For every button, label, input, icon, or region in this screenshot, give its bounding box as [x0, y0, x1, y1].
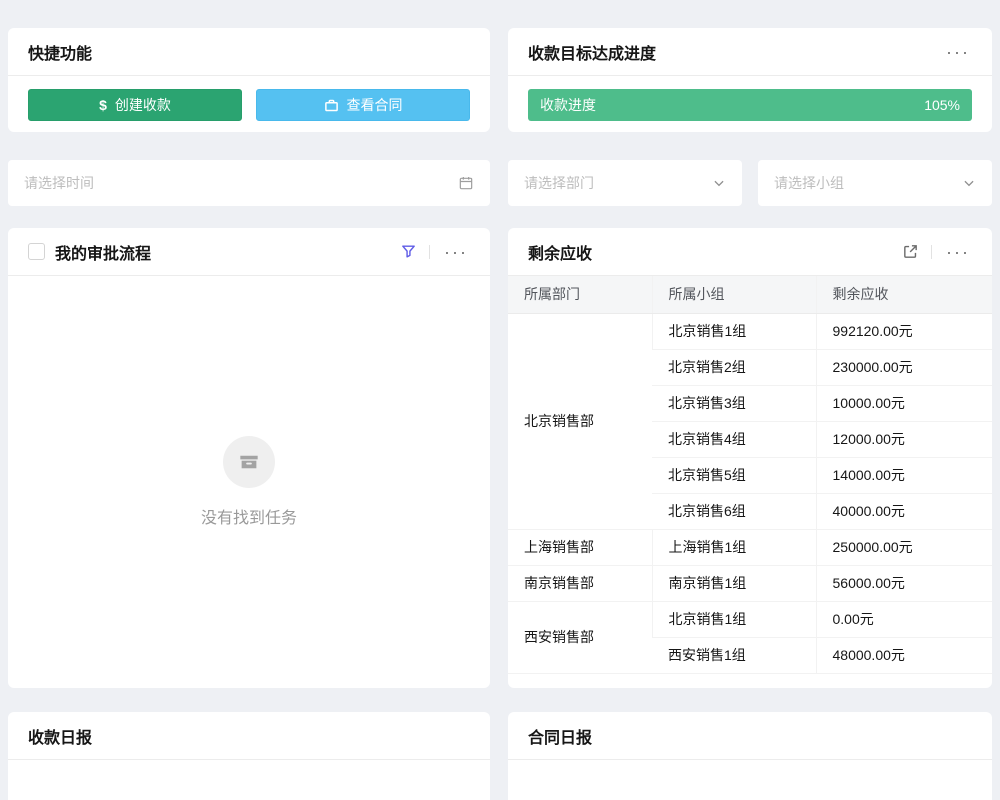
amount-cell: 10000.00元	[816, 385, 992, 421]
more-dots-icon[interactable]: ···	[442, 241, 470, 263]
quick-actions-body: $ 创建收款 查看合同	[8, 76, 490, 134]
amount-cell: 0.00元	[816, 601, 992, 637]
receipt-daily-header: 收款日报	[8, 712, 490, 760]
progress-body: 收款进度 105%	[508, 76, 992, 134]
amount-cell: 230000.00元	[816, 349, 992, 385]
group-cell: 北京销售6组	[652, 493, 816, 529]
receipt-daily-card: 收款日报	[8, 712, 490, 800]
contract-daily-card: 合同日报	[508, 712, 992, 800]
receipt-daily-title: 收款日报	[28, 724, 92, 748]
approval-title: 我的审批流程	[55, 240, 151, 264]
table-row: 南京销售部 南京销售1组 56000.00元	[508, 565, 992, 601]
quick-actions-card: 快捷功能 $ 创建收款 查看合同	[8, 28, 490, 132]
quick-actions-title: 快捷功能	[28, 40, 92, 64]
header-divider	[931, 245, 932, 259]
table-row: 上海销售部 上海销售1组 250000.00元	[508, 529, 992, 565]
group-select-placeholder: 请选择小组	[774, 173, 844, 193]
receivables-title: 剩余应收	[528, 240, 592, 264]
group-cell: 北京销售2组	[652, 349, 816, 385]
select-all-checkbox[interactable]	[28, 243, 45, 260]
group-cell: 上海销售1组	[652, 529, 816, 565]
receivables-header: 剩余应收 ···	[508, 228, 992, 276]
amount-cell: 14000.00元	[816, 457, 992, 493]
col-group: 所属小组	[652, 276, 816, 313]
empty-state-text: 没有找到任务	[201, 504, 297, 528]
amount-cell: 12000.00元	[816, 421, 992, 457]
progress-card: 收款目标达成进度 ··· 收款进度 105%	[508, 28, 992, 132]
table-row: 北京销售部 北京销售1组 992120.00元	[508, 313, 992, 349]
col-amount: 剩余应收	[816, 276, 992, 313]
briefcase-icon	[324, 98, 339, 113]
dept-cell: 北京销售部	[508, 313, 652, 529]
col-dept: 所属部门	[508, 276, 652, 313]
external-link-icon[interactable]	[902, 243, 919, 260]
amount-cell: 250000.00元	[816, 529, 992, 565]
calendar-icon	[458, 175, 474, 191]
amount-cell: 992120.00元	[816, 313, 992, 349]
view-contract-label: 查看合同	[347, 95, 403, 115]
header-divider	[429, 245, 430, 259]
receivables-card: 剩余应收 ··· 所属部门 所属小组 剩余应收 北京销售部 北京销售1组	[508, 228, 992, 688]
group-cell: 北京销售1组	[652, 601, 816, 637]
amount-cell: 40000.00元	[816, 493, 992, 529]
progress-bar: 收款进度 105%	[528, 89, 972, 121]
approval-card: 我的审批流程 ··· 没有找到任务	[8, 228, 490, 688]
progress-title: 收款目标达成进度	[528, 40, 656, 64]
receivables-table: 所属部门 所属小组 剩余应收 北京销售部 北京销售1组 992120.00元 北…	[508, 276, 992, 674]
contract-daily-title: 合同日报	[528, 724, 592, 748]
chevron-down-icon	[712, 176, 726, 190]
chevron-down-icon	[962, 176, 976, 190]
group-cell: 南京销售1组	[652, 565, 816, 601]
dept-cell: 上海销售部	[508, 529, 652, 565]
time-picker-input[interactable]: 请选择时间	[8, 160, 490, 206]
time-picker-placeholder: 请选择时间	[24, 173, 94, 193]
table-row: 西安销售部 北京销售1组 0.00元	[508, 601, 992, 637]
more-dots-icon[interactable]: ···	[944, 241, 972, 263]
more-dots-icon[interactable]: ···	[944, 41, 972, 63]
dept-cell: 南京销售部	[508, 565, 652, 601]
progress-bar-label: 收款进度	[540, 95, 596, 115]
dept-cell: 西安销售部	[508, 601, 652, 673]
table-header-row: 所属部门 所属小组 剩余应收	[508, 276, 992, 313]
view-contract-button[interactable]: 查看合同	[256, 89, 470, 121]
group-cell: 北京销售5组	[652, 457, 816, 493]
funnel-icon[interactable]	[400, 243, 417, 260]
approval-header: 我的审批流程 ···	[8, 228, 490, 276]
amount-cell: 48000.00元	[816, 637, 992, 673]
contract-daily-header: 合同日报	[508, 712, 992, 760]
quick-actions-header: 快捷功能	[8, 28, 490, 76]
progress-header: 收款目标达成进度 ···	[508, 28, 992, 76]
amount-cell: 56000.00元	[816, 565, 992, 601]
group-cell: 西安销售1组	[652, 637, 816, 673]
group-cell: 北京销售4组	[652, 421, 816, 457]
create-receipt-button[interactable]: $ 创建收款	[28, 89, 242, 121]
group-cell: 北京销售3组	[652, 385, 816, 421]
approval-empty-state: 没有找到任务	[8, 276, 490, 687]
inbox-icon	[223, 436, 275, 488]
group-select[interactable]: 请选择小组	[758, 160, 992, 206]
progress-bar-value: 105%	[924, 97, 960, 113]
dollar-icon: $	[99, 97, 107, 113]
group-cell: 北京销售1组	[652, 313, 816, 349]
dept-select-placeholder: 请选择部门	[524, 173, 594, 193]
dept-select[interactable]: 请选择部门	[508, 160, 742, 206]
create-receipt-label: 创建收款	[115, 95, 171, 115]
